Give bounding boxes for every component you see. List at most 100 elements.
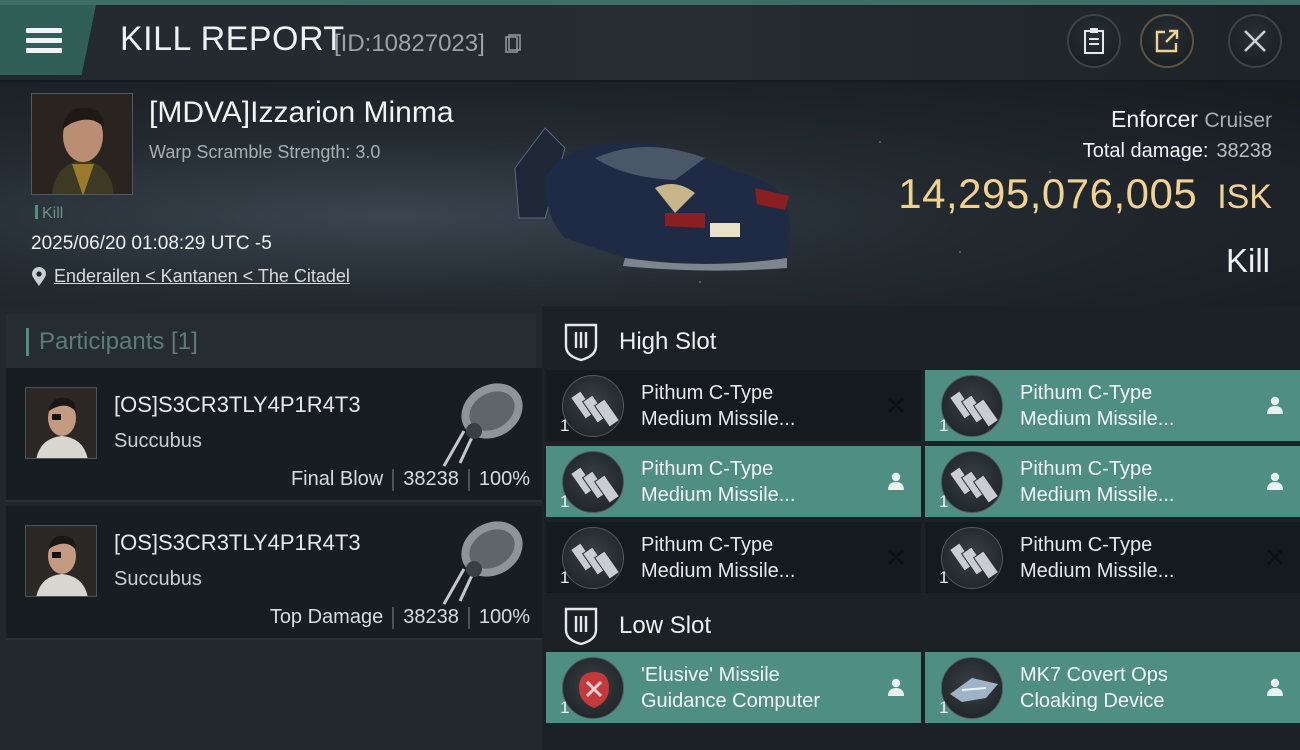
victim-ship-image[interactable]: [505, 118, 795, 273]
dropped-user-icon: [1267, 396, 1283, 414]
divider: [392, 468, 395, 491]
victim-portrait[interactable]: [31, 93, 133, 195]
victim-name[interactable]: [MDVA]Izzarion Minma: [149, 96, 454, 130]
module-name: Pithum C-Type Medium Missile...: [1020, 532, 1250, 584]
module-slot[interactable]: 1 Pithum C-Type Medium Missile...: [925, 522, 1300, 593]
module-quantity: 1: [939, 568, 949, 587]
victim-portrait-image: [32, 94, 132, 194]
module-slot[interactable]: 1 Pithum C-Type Medium Missile...: [546, 446, 921, 517]
participant-stats: Top Damage 38238 100%: [270, 606, 530, 629]
participant-stats: Final Blow 38238 100%: [291, 468, 530, 491]
module-name-line2: Medium Missile...: [1020, 408, 1175, 430]
low-slot-header: Low Slot: [546, 594, 1300, 658]
menu-icon: [26, 23, 62, 58]
module-name: Pithum C-Type Medium Missile...: [1020, 380, 1250, 432]
module-name-line1: Pithum C-Type: [1020, 382, 1153, 404]
participant-ship-image[interactable]: [434, 371, 529, 471]
dropped-user-icon: [1267, 472, 1283, 490]
module-name-line1: 'Elusive' Missile: [641, 664, 780, 686]
result-label: Kill: [1225, 242, 1270, 279]
participant-portrait[interactable]: [25, 525, 97, 597]
divider: [467, 606, 470, 629]
kill-datetime: 2025/06/20 01:08:29 UTC -5: [31, 233, 272, 254]
participant-role: Top Damage: [269, 606, 384, 628]
low-slot-icon: [564, 607, 598, 646]
destroyed-icon: [888, 397, 904, 413]
low-slot-title: Low Slot: [619, 612, 712, 639]
module-name: Pithum C-Type Medium Missile...: [1020, 456, 1250, 508]
module-icon: [562, 451, 624, 513]
dropped-user-icon: [1267, 678, 1283, 696]
module-icon: [941, 375, 1003, 437]
module-name: Pithum C-Type Medium Missile...: [641, 380, 871, 432]
participant-name[interactable]: [OS]S3CR3TLY4P1R4T3: [114, 530, 361, 556]
module-slot[interactable]: 1 Pithum C-Type Medium Missile...: [546, 522, 921, 593]
module-name-line1: Pithum C-Type: [641, 458, 774, 480]
module-name: Pithum C-Type Medium Missile...: [641, 532, 871, 584]
copy-icon[interactable]: [505, 34, 521, 54]
participant-card[interactable]: [OS]S3CR3TLY4P1R4T3 Succubus Final Blow …: [6, 368, 542, 502]
module-slot[interactable]: 1 MK7 Covert Ops Cloaking Device: [925, 652, 1300, 723]
isk-currency: ISK: [1217, 178, 1272, 216]
module-name-line1: Pithum C-Type: [1020, 534, 1153, 556]
participant-name[interactable]: [OS]S3CR3TLY4P1R4T3: [114, 392, 361, 418]
clipboard-button[interactable]: [1067, 14, 1121, 68]
participants-panel: Participants [1] [OS]S3CR3TLY4P1R4T3 Suc…: [0, 306, 542, 750]
module-icon: [562, 657, 624, 719]
module-icon: [562, 527, 624, 589]
module-quantity: 1: [560, 416, 570, 435]
share-icon: [1155, 29, 1179, 53]
module-name-line2: Guidance Computer: [641, 690, 820, 712]
high-slot-header: High Slot: [546, 310, 1300, 374]
module-quantity: 1: [560, 698, 570, 717]
participant-portrait-image: [26, 526, 96, 596]
participant-damage: 38238: [403, 468, 459, 490]
fitting-panel: High Slot Low Slot 1 Pithum C-Type Medium …: [542, 306, 1300, 750]
module-slot[interactable]: 1 'Elusive' Missile Guidance Computer: [546, 652, 921, 723]
module-name-line1: Pithum C-Type: [1020, 458, 1153, 480]
module-slot[interactable]: 1 Pithum C-Type Medium Missile...: [925, 370, 1300, 441]
participant-portrait[interactable]: [25, 387, 97, 459]
module-slot[interactable]: 1 Pithum C-Type Medium Missile...: [925, 446, 1300, 517]
module-name-line2: Medium Missile...: [641, 560, 796, 582]
participant-ship-image[interactable]: [434, 509, 529, 609]
module-quantity: 1: [939, 492, 949, 511]
module-quantity: 1: [939, 416, 949, 435]
module-name-line2: Cloaking Device: [1020, 690, 1165, 712]
victim-banner: [MDVA]Izzarion Minma Warp Scramble Stren…: [0, 82, 1300, 306]
module-quantity: 1: [560, 568, 570, 587]
kill-tag: Kill: [35, 205, 63, 223]
participants-tab[interactable]: Participants [1]: [6, 314, 536, 369]
high-slot-icon: [564, 323, 598, 362]
participants-title: Participants [1]: [39, 327, 198, 355]
module-name-line1: Pithum C-Type: [641, 382, 774, 404]
page-title: KILL REPORT: [120, 20, 345, 58]
module-icon: [941, 527, 1003, 589]
share-button[interactable]: [1140, 14, 1194, 68]
module-slot[interactable]: 1 Pithum C-Type Medium Missile...: [546, 370, 921, 441]
participant-ship: Succubus: [114, 568, 202, 590]
participant-percent: 100%: [478, 606, 530, 628]
participant-card[interactable]: [OS]S3CR3TLY4P1R4T3 Succubus Top Damage …: [6, 506, 542, 640]
clipboard-icon: [1084, 28, 1104, 54]
participant-percent: 100%: [478, 468, 530, 490]
close-icon: [1244, 30, 1266, 52]
destroyed-icon: [1267, 549, 1283, 565]
ship-name[interactable]: Enforcer: [1111, 106, 1198, 132]
total-damage: Total damage: 38238: [1083, 140, 1272, 163]
header-bar: KILL REPORT [ID:10827023]: [0, 0, 1300, 82]
divider: [392, 606, 395, 629]
high-slot-title: High Slot: [619, 328, 717, 355]
module-name-line1: MK7 Covert Ops: [1020, 664, 1168, 686]
total-damage-label: Total damage:: [1082, 140, 1209, 162]
module-name-line2: Medium Missile...: [1020, 484, 1175, 506]
dropped-user-icon: [888, 472, 904, 490]
module-name-line2: Medium Missile...: [641, 408, 796, 430]
destroyed-icon: [888, 549, 904, 565]
close-button[interactable]: [1228, 14, 1282, 68]
menu-button[interactable]: [0, 5, 96, 75]
isk-value: 14,295,076,005 ISK: [898, 170, 1272, 218]
warp-scramble-strength: Warp Scramble Strength: 3.0: [149, 142, 381, 162]
location-link[interactable]: Enderailen < Kantanen < The Citadel: [54, 266, 350, 287]
report-id: [ID:10827023]: [334, 30, 485, 57]
